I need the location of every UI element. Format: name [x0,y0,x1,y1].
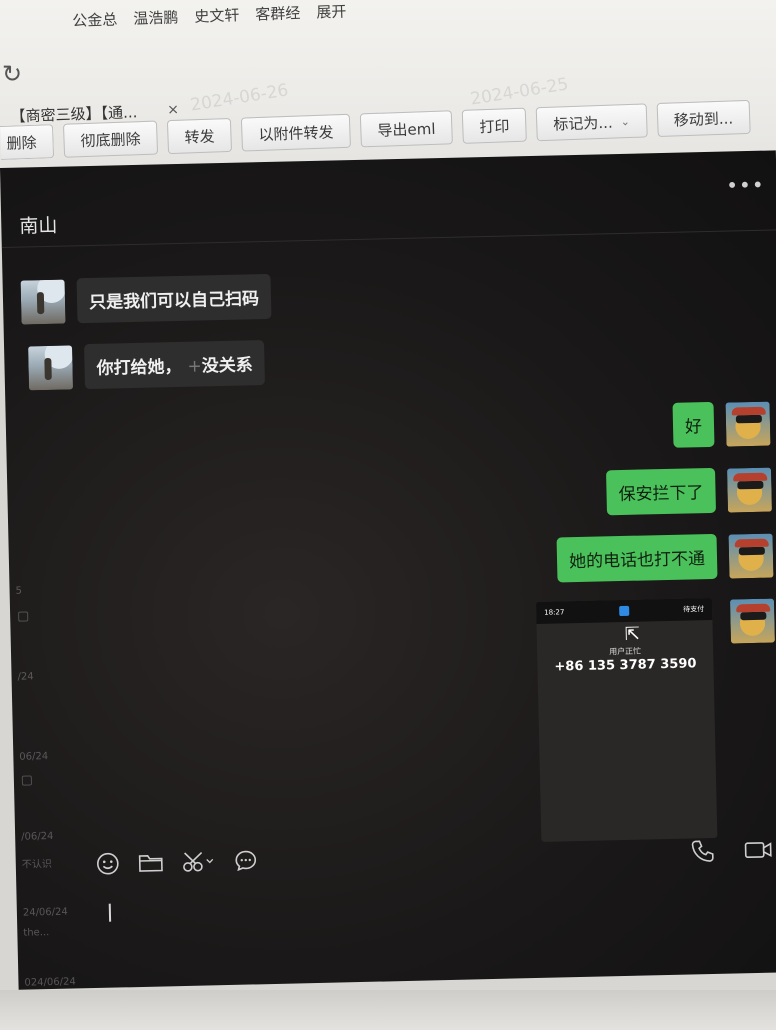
avatar[interactable] [726,467,772,513]
print-button[interactable]: 打印 [461,107,527,144]
chat-header: 南山 ••• [0,150,776,248]
list-fragment: 不认识 [21,859,52,871]
recipient-list: 公金总 温浩鹏 史文轩 客群经 展开 [72,0,347,31]
more-options-icon[interactable]: ••• [726,173,765,198]
plus-icon: + [187,356,202,377]
forward-button[interactable]: 转发 [166,117,233,155]
list-fragment: 24/06/24 [22,906,68,919]
refresh-icon[interactable]: ↻ [2,60,22,88]
phone-app-label: 待支付 [683,605,705,614]
list-fragment: 5 [15,585,23,597]
avatar[interactable] [20,279,66,325]
delete-button[interactable]: 删除 [0,124,55,160]
delete-label: 删除 [6,133,37,153]
chat-window: 南山 ••• 5 /24 06/24 /06/24 不认识 24/06/24 t… [0,150,776,990]
expand-recipients-link[interactable]: 展开 [316,0,347,22]
folder-icon[interactable] [138,851,164,874]
print-label: 打印 [479,116,510,136]
text-input-caret[interactable] [108,903,112,922]
mute-icon [21,775,33,786]
message-bubble[interactable]: 保安拦下了 [606,467,717,516]
mute-icon [18,611,29,622]
call-toolbar [689,837,774,865]
move-to-button[interactable]: 移动到... [656,99,751,138]
avatar[interactable] [28,344,74,390]
message-bubble[interactable]: 好 [672,401,715,448]
forward-as-attachment-button[interactable]: 以附件转发 [240,113,352,152]
forward-as-attachment-label: 以附件转发 [258,122,334,144]
cursor-icon: ⇱ [624,623,641,645]
video-icon[interactable] [743,839,773,862]
app-icon [618,605,629,617]
chevron-down-icon: ⌄ [620,114,631,128]
emoji-icon[interactable] [96,851,121,876]
desk-background [0,990,776,1030]
list-fragment: /24 [17,671,34,683]
export-eml-label: 导出eml [377,119,436,140]
recipient[interactable]: 温浩鹏 [133,6,179,29]
avatar[interactable] [725,401,771,447]
export-eml-button[interactable]: 导出eml [359,110,453,148]
message-incoming: 只是我们可以自己扫码 [20,273,272,325]
forward-label: 转发 [184,127,215,147]
scissors-icon[interactable] [182,849,217,874]
message-text: 你打给她， [96,356,182,379]
phone-status-bar: 18:27 待支付 [535,597,713,624]
message-outgoing: 好 [672,401,771,448]
message-outgoing: 她的电话也打不通 [556,533,774,583]
contact-name: 南山 [19,214,58,238]
input-toolbar [96,848,259,876]
recipient[interactable]: 公金总 [72,8,118,31]
image-message[interactable]: 18:27 待支付 ⇱ 用户正忙 +86 135 3787 3590 [535,597,718,842]
list-fragment: 024/06/24 [24,976,76,989]
phone-icon[interactable] [689,838,716,865]
message-text: 没关系 [201,355,253,377]
mark-as-label: 标记为... [553,113,613,134]
message-bubble[interactable]: 只是我们可以自己扫码 [76,273,272,324]
list-fragment: 06/24 [19,751,49,763]
phone-number: +86 135 3787 3590 [554,656,697,675]
chat-bubble-icon[interactable] [234,848,259,873]
message-incoming: 你打给她， +没关系 [28,340,266,390]
list-fragment: /06/24 [21,830,54,843]
message-bubble[interactable]: 你打给她， +没关系 [84,340,266,390]
close-icon[interactable]: × [167,102,179,118]
move-to-label: 移动到... [673,108,734,129]
recipient[interactable]: 客群经 [255,2,301,25]
recipient[interactable]: 史文轩 [194,4,240,27]
delete-permanent-label: 彻底删除 [80,129,141,150]
delete-permanent-button[interactable]: 彻底删除 [62,120,159,158]
phone-time: 18:27 [544,608,565,617]
avatar[interactable] [729,598,775,644]
message-outgoing: 保安拦下了 [606,467,772,516]
list-fragment: the... [23,927,50,939]
message-bubble[interactable]: 她的电话也打不通 [556,533,718,583]
mark-as-dropdown[interactable]: 标记为... ⌄ [535,103,648,142]
avatar[interactable] [728,533,774,579]
